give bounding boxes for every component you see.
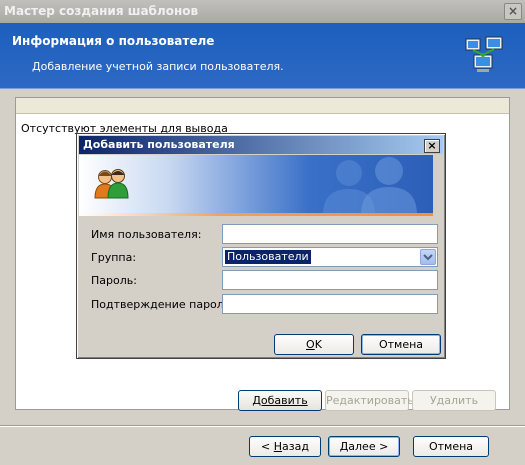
- ok-mnemonic: O: [306, 338, 315, 351]
- next-button[interactable]: Далее >: [328, 436, 400, 457]
- ok-rest: K: [314, 338, 322, 351]
- add-button[interactable]: Добавить: [238, 390, 322, 411]
- banner-watermark-icon: [323, 157, 417, 213]
- close-button[interactable]: ×: [504, 3, 522, 20]
- window-title: Мастер создания шаблонов: [4, 4, 199, 18]
- add-user-dialog: Добавить пользователя × Имя пользователя…: [76, 133, 446, 359]
- group-select[interactable]: Пользователи: [222, 247, 438, 267]
- dialog-cancel-button[interactable]: Отмена: [361, 334, 441, 355]
- network-computers-icon: [465, 36, 503, 72]
- users-icon: [94, 169, 129, 199]
- back-rest: азад: [282, 440, 309, 453]
- delete-button-label: Удалить: [429, 394, 479, 407]
- back-button[interactable]: < Назад: [249, 436, 321, 457]
- confirm-password-label: Подтверждение пароля:: [91, 298, 235, 311]
- back-prefix: <: [261, 440, 274, 453]
- username-field[interactable]: [222, 224, 438, 244]
- ok-button[interactable]: OK: [274, 334, 354, 355]
- dialog-cancel-label: Отмена: [378, 338, 424, 351]
- wizard-titlebar[interactable]: Мастер создания шаблонов ×: [0, 0, 525, 23]
- next-rest: алее >: [348, 440, 389, 453]
- dialog-close-button[interactable]: ×: [424, 139, 440, 153]
- header-subtitle: Добавление учетной записи пользователя.: [32, 60, 284, 73]
- cancel-button[interactable]: Отмена: [413, 436, 489, 457]
- next-mnemonic: Д: [339, 440, 349, 453]
- chevron-down-icon[interactable]: [420, 249, 436, 265]
- dialog-titlebar[interactable]: Добавить пользователя ×: [79, 136, 443, 154]
- group-selected-value: Пользователи: [225, 250, 311, 264]
- group-label: Группа:: [91, 251, 137, 264]
- delete-button[interactable]: Удалить: [412, 390, 496, 411]
- dialog-banner: [79, 155, 433, 213]
- wizard-window: Мастер создания шаблонов × Информация о …: [0, 0, 525, 465]
- header-title: Информация о пользователе: [12, 34, 215, 48]
- close-icon: ×: [427, 139, 437, 152]
- password-field[interactable]: [222, 270, 438, 290]
- add-button-label: Добавить: [252, 394, 308, 407]
- banner-divider: [79, 213, 433, 216]
- wizard-header: Информация о пользователе Добавление уче…: [0, 23, 525, 89]
- footer-separator: [0, 425, 525, 427]
- username-label: Имя пользователя:: [91, 228, 202, 241]
- confirm-password-field[interactable]: [222, 294, 438, 314]
- close-icon: ×: [507, 4, 519, 18]
- cancel-label: Отмена: [428, 440, 474, 453]
- edit-button[interactable]: Редактировать: [325, 390, 414, 411]
- back-mnemonic: Н: [273, 440, 283, 453]
- dialog-title: Добавить пользователя: [83, 138, 235, 151]
- edit-button-label: Редактировать: [326, 394, 414, 407]
- list-header: [16, 98, 509, 114]
- password-label: Пароль:: [91, 274, 137, 287]
